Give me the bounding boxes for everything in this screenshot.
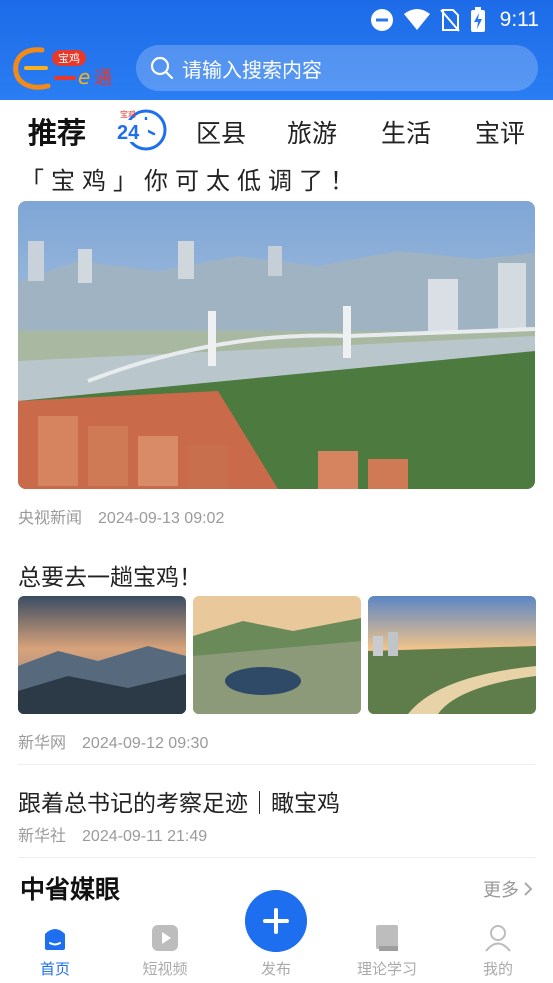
svg-text:e: e	[78, 65, 90, 89]
svg-text:宝鸡: 宝鸡	[120, 109, 136, 119]
tab-life[interactable]: 生活	[381, 114, 431, 150]
article-source: 新华社	[18, 828, 67, 845]
divider	[18, 857, 535, 858]
search-bar[interactable]: 请输入搜索内容	[136, 45, 538, 91]
chevron-right-icon	[524, 882, 533, 896]
status-bar: 9:11	[0, 0, 553, 40]
app-header: 9:11 宝鸡 e 通 请输入搜索内容	[0, 0, 553, 100]
article-source: 央视新闻	[18, 510, 83, 527]
status-time: 9:11	[499, 8, 539, 31]
home-icon	[45, 929, 65, 950]
nav-theory-study[interactable]: 理论学习	[337, 912, 437, 983]
article-meta: 新华网 2024-09-12 09:30	[18, 729, 208, 753]
article-meta: 新华社 2024-09-11 21:49	[18, 822, 207, 846]
24-hours-clock-icon[interactable]: 24 宝鸡	[114, 108, 170, 152]
article-meta: 央视新闻 2024-09-13 09:02	[18, 504, 224, 528]
article-time: 2024-09-11 21:49	[82, 828, 208, 845]
search-icon	[150, 56, 174, 80]
article-time: 2024-09-12 09:30	[82, 735, 209, 752]
misty-mountains-photo[interactable]	[18, 596, 186, 714]
do-not-disturb-icon	[370, 9, 393, 31]
nav-mine[interactable]: 我的	[448, 912, 548, 983]
tab-districts[interactable]: 区县	[196, 114, 246, 150]
book-icon	[376, 925, 398, 951]
more-label: 更多	[483, 880, 519, 901]
nav-label: 我的	[482, 960, 513, 978]
video-play-icon	[152, 925, 178, 951]
publish-button[interactable]	[245, 890, 307, 952]
battery-charging-icon	[470, 7, 485, 32]
article-title[interactable]: 「宝鸡」你可太低调了！	[20, 161, 361, 196]
divider	[18, 764, 535, 765]
svg-text:宝鸡: 宝鸡	[58, 51, 80, 65]
tab-travel[interactable]: 旅游	[287, 114, 337, 150]
article-title[interactable]: 总要去一趟宝鸡！	[18, 558, 202, 592]
nav-label: 首页	[39, 960, 70, 978]
article-cover-image[interactable]	[18, 201, 535, 489]
nav-short-video[interactable]: 短视频	[115, 912, 215, 983]
tab-recommend[interactable]: 推荐	[28, 110, 86, 152]
nav-label: 短视频	[142, 960, 188, 978]
tab-commentary[interactable]: 宝评	[475, 114, 525, 150]
app-logo[interactable]: 宝鸡 e 通	[12, 44, 124, 94]
article-time: 2024-09-13 09:02	[98, 510, 225, 527]
wifi-icon	[403, 9, 430, 30]
river-city-sunset-photo[interactable]	[368, 596, 536, 714]
mountain-lake-photo[interactable]	[193, 596, 361, 714]
article-title[interactable]: 跟着总书记的考察足迹｜瞰宝鸡	[18, 784, 340, 818]
more-link[interactable]: 更多	[483, 876, 533, 902]
svg-text:通: 通	[94, 68, 112, 89]
category-tabs: 推荐 区县 旅游 生活 宝评	[0, 100, 553, 160]
nav-label: 理论学习	[356, 960, 417, 978]
search-placeholder: 请输入搜索内容	[182, 57, 322, 82]
svg-text:24: 24	[117, 122, 140, 144]
nav-home[interactable]: 首页	[5, 912, 105, 983]
no-sim-icon	[439, 9, 460, 32]
section-title: 中省媒眼	[20, 875, 121, 904]
article-source: 新华网	[18, 735, 67, 752]
user-icon	[485, 925, 511, 952]
nav-label: 发布	[260, 960, 291, 978]
status-icons: 9:11	[370, 6, 539, 34]
